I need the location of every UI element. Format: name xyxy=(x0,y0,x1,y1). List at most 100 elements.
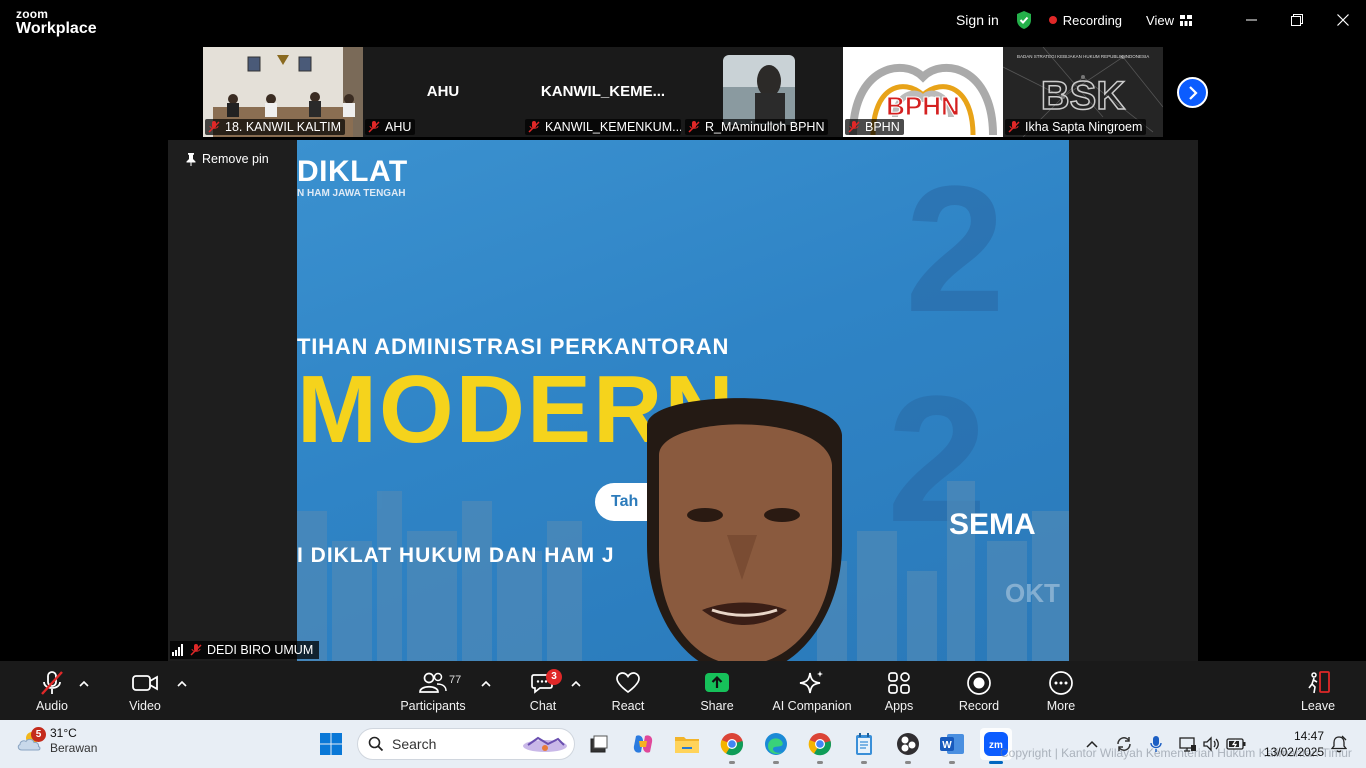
taskbar-clock[interactable]: 14:47 13/02/2025 xyxy=(1264,728,1324,760)
clock-date: 13/02/2025 xyxy=(1263,745,1324,760)
participant-name: BPHN xyxy=(865,120,900,134)
audio-button[interactable]: Audio xyxy=(30,661,74,720)
audio-label: Audio xyxy=(36,699,68,713)
participant-thumbnail[interactable]: R_MAminulloh BPHN xyxy=(683,47,843,137)
active-speaker-label: DEDI BIRO UMUM xyxy=(170,641,320,659)
sign-in-link[interactable]: Sign in xyxy=(956,12,999,28)
chrome-app-2[interactable] xyxy=(804,728,836,764)
mic-muted-icon xyxy=(41,671,63,695)
notification-bell-icon xyxy=(1331,735,1347,753)
taskbar-search[interactable]: Search xyxy=(357,728,575,760)
obs-icon xyxy=(897,733,919,755)
folder-icon xyxy=(675,737,699,753)
participant-name: R_MAminulloh BPHN xyxy=(705,120,825,134)
react-button[interactable]: React xyxy=(610,661,646,720)
start-button[interactable] xyxy=(315,728,347,760)
record-label: Record xyxy=(958,699,1000,713)
record-button[interactable]: Record xyxy=(958,661,1000,720)
speaker-video[interactable]: 2 2 DIKLAT N HAM JAWA TENGAH TIHAN ADMIN… xyxy=(297,140,1069,661)
chrome-app-1[interactable] xyxy=(716,728,748,764)
participant-label: R_MAminulloh BPHN xyxy=(685,119,829,135)
chat-options-caret[interactable] xyxy=(569,677,583,691)
task-view-button[interactable] xyxy=(582,728,614,760)
share-label: Share xyxy=(700,699,734,713)
share-button[interactable]: Share xyxy=(699,661,735,720)
weather-notification-badge: 5 xyxy=(31,727,46,742)
file-explorer-app[interactable] xyxy=(671,728,703,760)
copilot-app[interactable] xyxy=(627,728,659,760)
participant-thumbnail[interactable]: 18. KANWIL KALTIM xyxy=(203,47,363,137)
clock-time: 14:47 xyxy=(1293,729,1324,743)
bsk-logo-text: BSK xyxy=(1041,74,1126,118)
obs-app[interactable] xyxy=(892,728,924,764)
mic-muted-icon xyxy=(688,121,700,133)
apps-icon xyxy=(888,672,910,694)
mic-muted-icon xyxy=(190,644,202,656)
close-button[interactable] xyxy=(1320,0,1366,40)
participant-name: 18. KANWIL KALTIM xyxy=(225,120,342,134)
video-options-caret[interactable] xyxy=(175,677,189,691)
participant-thumbnail[interactable]: KANWIL_KEME... KANWIL_KEMENKUM... xyxy=(523,47,683,137)
search-icon xyxy=(368,736,384,752)
participant-thumbnail[interactable]: BPHN BPHN xyxy=(843,47,1003,137)
weather-description: Berawan xyxy=(50,741,98,755)
slide-organizer: I DIKLAT HUKUM DAN HAM J xyxy=(297,544,615,567)
participant-strip: 18. KANWIL KALTIM AHU AHU KANWIL_KEME...… xyxy=(203,47,1163,137)
chrome-icon xyxy=(720,733,744,756)
mic-muted-icon xyxy=(848,121,860,133)
volume-tray-button[interactable] xyxy=(1200,732,1222,756)
edge-app[interactable] xyxy=(760,728,792,764)
slide-decor-2a: 2 xyxy=(905,149,1006,350)
sparkle-icon xyxy=(799,671,823,694)
microphone-tray-button[interactable] xyxy=(1146,732,1166,756)
participant-thumbnail[interactable]: AHU AHU xyxy=(363,47,523,137)
restore-icon xyxy=(1291,14,1303,26)
bphn-logo-text: BPHN xyxy=(886,91,960,121)
speaker-person xyxy=(647,398,842,661)
recording-dot-icon xyxy=(1048,16,1057,24)
next-page-button[interactable] xyxy=(1177,77,1208,108)
heart-icon xyxy=(616,672,640,694)
mic-muted-icon xyxy=(528,121,540,133)
audio-options-caret[interactable] xyxy=(77,677,91,691)
logo-bottom: Workplace xyxy=(16,20,97,37)
participant-name: Ikha Sapta Ningroem xyxy=(1025,120,1143,134)
apps-label: Apps xyxy=(884,699,914,713)
copilot-icon xyxy=(633,735,653,753)
apps-button[interactable]: Apps xyxy=(882,661,916,720)
ai-companion-button[interactable]: AI Companion xyxy=(772,661,852,720)
sync-icon xyxy=(1117,737,1131,751)
close-icon xyxy=(1337,14,1349,26)
video-button[interactable]: Video xyxy=(126,661,164,720)
word-app[interactable]: W xyxy=(936,728,968,764)
notifications-button[interactable] xyxy=(1328,732,1350,756)
participants-button[interactable]: Participants xyxy=(398,661,468,720)
participants-options-caret[interactable] xyxy=(479,677,493,691)
notepad-icon xyxy=(856,733,872,755)
remove-pin-button[interactable]: Remove pin xyxy=(186,152,269,166)
restore-button[interactable] xyxy=(1274,0,1320,40)
notepad-app[interactable] xyxy=(848,728,880,764)
chat-unread-badge: 3 xyxy=(546,669,562,685)
chat-label: Chat xyxy=(529,699,557,713)
word-icon: W xyxy=(940,734,964,754)
network-tray-button[interactable] xyxy=(1176,732,1200,756)
react-label: React xyxy=(611,699,645,713)
participants-label: Participants xyxy=(400,699,466,713)
participant-thumbnail[interactable]: BADAN STRATEGI KEBIJAKAN HUKUM REPUBLIK … xyxy=(1003,47,1163,137)
minimize-button[interactable] xyxy=(1228,0,1274,40)
show-hidden-icons-button[interactable] xyxy=(1082,732,1102,756)
windows-taskbar: 31°C Berawan 5 Search W zm Copyright | K… xyxy=(0,720,1366,768)
battery-tray-button[interactable] xyxy=(1224,732,1248,756)
shield-check-icon[interactable] xyxy=(1015,10,1033,30)
participants-count: 77 xyxy=(449,674,462,686)
recording-indicator[interactable]: Recording xyxy=(1048,13,1122,28)
leave-button[interactable]: Leave xyxy=(1300,661,1336,720)
weather-widget[interactable]: 31°C Berawan xyxy=(16,726,97,756)
bsk-logo-subtitle: BADAN STRATEGI KEBIJAKAN HUKUM REPUBLIK … xyxy=(1017,54,1149,59)
search-placeholder: Search xyxy=(392,736,437,752)
view-button[interactable]: View xyxy=(1146,13,1192,28)
more-button[interactable]: More xyxy=(1044,661,1078,720)
svg-text:W: W xyxy=(942,740,952,751)
sync-tray-button[interactable] xyxy=(1112,732,1136,756)
